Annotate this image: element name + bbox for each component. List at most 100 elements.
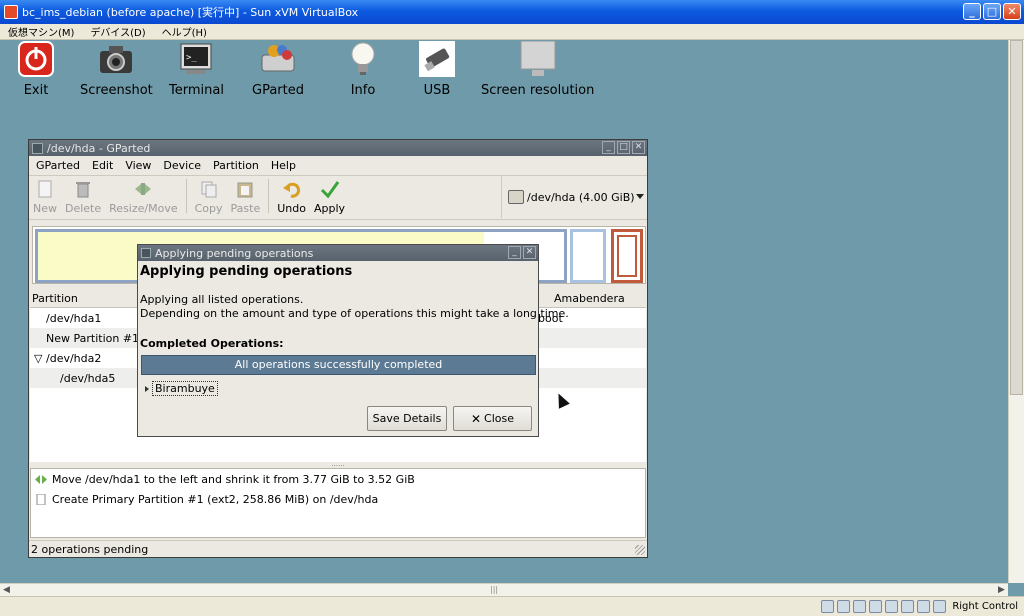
close-label: Close [484,412,515,425]
copy-label: Copy [194,202,223,215]
paste-button[interactable]: Paste [231,179,260,215]
menu-help[interactable]: ヘルプ(H) [154,24,215,39]
horizontal-scrollbar[interactable]: ◀ ||| ▶ [0,583,1008,596]
close-button[interactable]: ✕ [1003,3,1021,20]
host-menubar: 仮想マシン(M) デバイス(D) ヘルプ(H) [0,24,1024,40]
partition-block-extended[interactable] [611,229,643,283]
window-menu-icon[interactable] [32,142,43,154]
gparted-toolbar: New Delete Resize/Move Copy Paste Undo A… [29,176,647,220]
host-key-label: Right Control [952,601,1018,612]
copy-icon [201,181,217,198]
vertical-scrollbar[interactable] [1008,40,1024,583]
copy-button[interactable]: Copy [195,179,223,215]
dialog-title-bar[interactable]: Applying pending operations _ ✕ [138,245,538,261]
minimize-button[interactable]: _ [963,3,981,20]
delete-button[interactable]: Delete [65,179,101,215]
resize-move-button[interactable]: Resize/Move [109,179,178,215]
host-status-bar: Right Control [0,596,1024,616]
guest-desktop: Exit Screenshot >_ Terminal GParted Info [0,40,1008,583]
dialog-heading: Applying pending operations [140,264,353,279]
window-menu-icon[interactable] [141,248,151,258]
dialog-description-2: Depending on the amount and type of oper… [140,307,569,320]
expander-arrow-icon [145,385,149,392]
resize-grip[interactable] [635,545,645,555]
maximize-button[interactable]: □ [983,3,1001,20]
scroll-thumb[interactable] [1010,40,1023,395]
new-button[interactable]: New [33,179,57,215]
harddisk-icon[interactable] [821,600,835,613]
resize-icon [135,183,152,195]
column-flags[interactable]: Amabendera [554,292,625,305]
partition-name: New Partition #1 [46,332,140,345]
menu-edit[interactable]: Edit [85,159,118,172]
monitor-icon [520,40,556,77]
host-title-bar[interactable]: bc_ims_debian (before apache) [実行中] - Su… [0,0,1024,24]
terminal-icon: >_ [178,41,214,77]
pending-operations-list: Move /dev/hda1 to the left and shrink it… [30,468,646,538]
details-label: Birambuye [152,381,218,396]
close-button[interactable]: ✕ [523,246,536,259]
undo-button[interactable]: Undo [277,179,306,215]
launcher-exit[interactable]: Exit [18,41,54,98]
details-expander[interactable]: Birambuye [145,381,218,396]
scroll-left-icon[interactable]: ◀ [0,584,13,596]
device-selector[interactable]: /dev/hda (4.00 GiB) [501,176,647,218]
device-label: /dev/hda (4.00 GiB) [527,190,635,204]
launcher-label: Screenshot [80,83,153,98]
launcher-screen-resolution[interactable]: Screen resolution [481,40,594,98]
dialog-close-button[interactable]: ✕ Close [453,406,532,431]
list-item[interactable]: Create Primary Partition #1 (ext2, 258.8… [31,489,645,509]
resize-move-label: Resize/Move [109,202,178,215]
column-partition[interactable]: Partition [32,292,78,305]
launcher-info[interactable]: Info [345,41,381,98]
operation-text: Create Primary Partition #1 (ext2, 258.8… [52,492,379,506]
partition-block-new[interactable] [570,229,606,283]
floppy-icon[interactable] [853,600,867,613]
menu-device[interactable]: Device [156,159,206,172]
expander-icon[interactable]: ▽ [34,352,42,365]
svg-text:>_: >_ [186,53,197,63]
scroll-right-icon[interactable]: ▶ [995,584,1008,596]
apply-dialog: Applying pending operations _ ✕ Applying… [137,244,569,437]
undo-icon [282,182,300,198]
menu-devices[interactable]: デバイス(D) [82,24,153,39]
lightbulb-icon [345,41,381,77]
delete-label: Delete [65,202,102,215]
minimize-button[interactable]: _ [508,246,521,259]
mouse-integration-icon[interactable] [917,600,931,613]
partition-block-hda5[interactable] [617,235,637,277]
camera-icon [98,41,134,77]
launcher-label: Exit [23,83,49,98]
apply-button[interactable]: Apply [314,179,345,215]
minimize-button[interactable]: _ [602,141,615,154]
list-item[interactable]: Move /dev/hda1 to the left and shrink it… [31,469,645,489]
menu-machine[interactable]: 仮想マシン(M) [0,24,82,39]
cdrom-icon[interactable] [837,600,851,613]
trash-icon [76,182,91,198]
menu-gparted[interactable]: GParted [29,159,85,172]
new-label: New [33,202,57,215]
keyboard-capture-icon[interactable] [933,600,947,613]
launcher-gparted[interactable]: GParted [252,41,304,98]
host-window-title: bc_ims_debian (before apache) [実行中] - Su… [22,6,359,19]
scroll-grip[interactable]: ||| [490,585,498,594]
maximize-button[interactable]: □ [617,141,630,154]
checkmark-icon [320,181,339,199]
usb-icon[interactable] [885,600,899,613]
progress-bar: All operations successfully completed [141,355,536,375]
launcher-label: Terminal [169,83,224,98]
save-details-button[interactable]: Save Details [367,406,447,431]
menu-help[interactable]: Help [264,159,301,172]
menu-partition[interactable]: Partition [206,159,264,172]
gparted-title-bar[interactable]: /dev/hda - GParted _ □ ✕ [29,140,647,156]
launcher-usb[interactable]: USB [419,41,455,98]
close-button[interactable]: ✕ [632,141,645,154]
menu-view[interactable]: View [118,159,156,172]
launcher-terminal[interactable]: >_ Terminal [169,41,224,98]
network-icon[interactable] [869,600,883,613]
launcher-label: Info [350,83,376,98]
dialog-window-title: Applying pending operations [155,246,314,260]
launcher-screenshot[interactable]: Screenshot [80,41,153,98]
shared-folders-icon[interactable] [901,600,915,613]
gparted-icon [260,41,296,77]
